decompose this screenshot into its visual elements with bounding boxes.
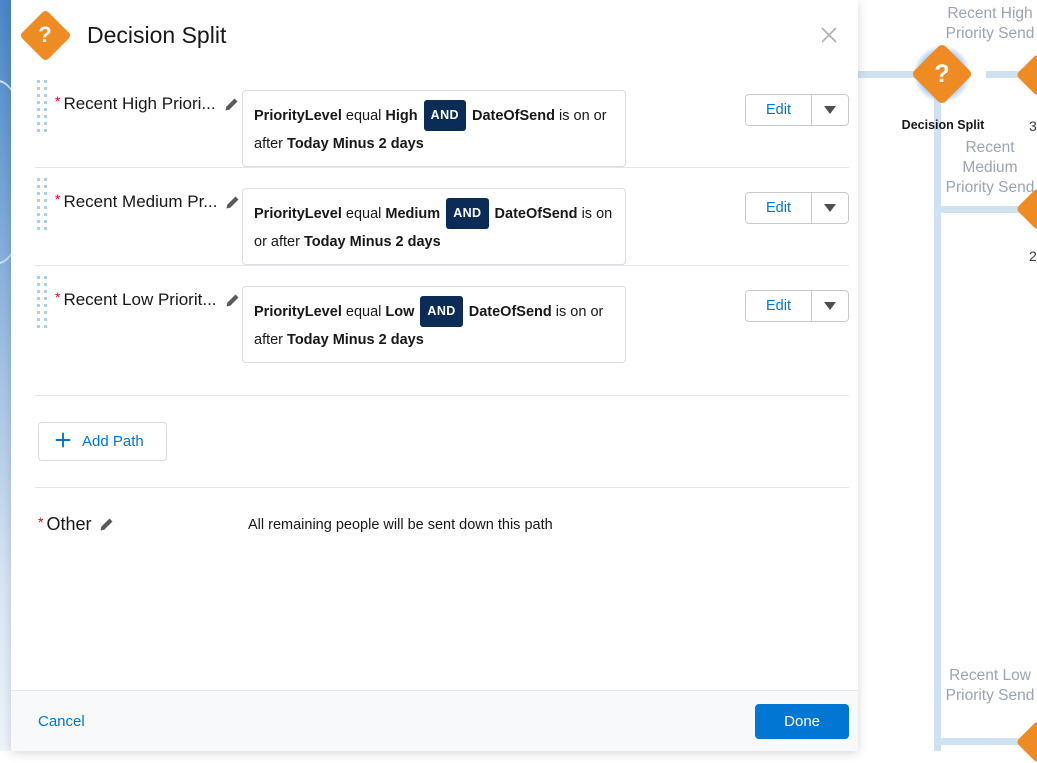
chevron-down-icon[interactable] (812, 192, 849, 224)
other-description: All remaining people will be sent down t… (248, 516, 553, 533)
required-indicator: * (55, 289, 61, 305)
path-name: Recent Medium Pr... (63, 192, 218, 211)
criteria-value-2: Today Minus 2 days (303, 234, 441, 250)
flow-branch-label-3: Recent Low Priority Send (945, 667, 1035, 704)
and-connector-chip: AND (423, 100, 466, 131)
path-name: Recent High Priori... (63, 94, 216, 113)
cancel-button[interactable]: Cancel (38, 707, 85, 736)
plus-icon (55, 432, 71, 451)
flow-branch-count-2: 2 (1029, 248, 1037, 264)
edit-button-group: Edit (745, 290, 849, 322)
path-row: * Recent Low Priorit... PriorityLevel eq… (11, 266, 858, 363)
flow-branch-label-2: Recent Medium Priority Send (945, 139, 1035, 196)
path-name-cell: * Recent Medium Pr... (35, 180, 242, 212)
path-actions: Edit (745, 82, 858, 126)
edit-button[interactable]: Edit (745, 290, 812, 322)
path-row: * Recent High Priori... PriorityLevel eq… (11, 70, 858, 167)
criteria-cell: PriorityLevel equal Low AND DateOfSend i… (242, 278, 626, 363)
path-actions: Edit (745, 278, 858, 322)
criteria-operator-1: equal (345, 206, 382, 222)
chevron-down-icon[interactable] (812, 290, 849, 322)
drag-handle[interactable] (37, 80, 47, 138)
done-button[interactable]: Done (755, 703, 849, 739)
criteria-cell: PriorityLevel equal Medium AND DateOfSen… (242, 180, 626, 265)
required-indicator: * (55, 191, 61, 207)
flow-diagram-panel: ? Decision Split Recent High Priority Se… (858, 0, 1037, 751)
criteria-value-1: Low (385, 304, 415, 320)
criteria-field-1: PriorityLevel (254, 108, 342, 124)
edit-pencil-icon[interactable] (224, 97, 239, 112)
criteria-value-2: Today Minus 2 days (287, 136, 424, 152)
question-mark-icon: ? (38, 22, 52, 47)
path-row: * Recent Medium Pr... PriorityLevel equa… (11, 168, 858, 265)
modal-header: ? Decision Split (11, 0, 858, 70)
decision-split-modal: ? Decision Split * Recent High Priori... (11, 0, 858, 751)
and-connector-chip: AND (446, 198, 489, 229)
edit-button-group: Edit (745, 94, 849, 126)
edit-pencil-icon[interactable] (225, 195, 240, 210)
criteria-field-2: DateOfSend (468, 304, 552, 320)
path-name-cell: * Recent Low Priorit... (35, 278, 242, 310)
other-label-cell: * Other (38, 514, 248, 535)
flow-decision-split-node[interactable]: ? (889, 21, 995, 127)
question-mark-icon: ? (934, 59, 950, 88)
path-name: Recent Low Priorit... (63, 290, 217, 309)
edit-button[interactable]: Edit (745, 192, 812, 224)
edit-button[interactable]: Edit (745, 94, 812, 126)
criteria-field-1: PriorityLevel (254, 206, 342, 222)
criteria-summary: PriorityLevel equal Low AND DateOfSend i… (242, 286, 626, 363)
page-title: Decision Split (87, 21, 227, 48)
other-label: Other (46, 514, 92, 534)
add-path-section: Add Path (11, 396, 858, 487)
criteria-field-2: DateOfSend (494, 206, 578, 222)
flow-node-label: Decision Split (901, 118, 985, 132)
criteria-summary: PriorityLevel equal Medium AND DateOfSen… (242, 188, 626, 265)
add-path-label: Add Path (82, 433, 144, 450)
criteria-field-1: PriorityLevel (254, 304, 342, 320)
drag-handle[interactable] (37, 276, 47, 334)
edit-pencil-icon[interactable] (225, 293, 240, 308)
criteria-value-2: Today Minus 2 days (287, 332, 424, 348)
criteria-cell: PriorityLevel equal High AND DateOfSend … (242, 82, 626, 167)
flow-connector-trunk (934, 92, 941, 751)
criteria-operator-1: equal (345, 304, 382, 320)
other-path-row: * Other All remaining people will be sen… (11, 488, 858, 561)
decision-split-icon: ? (19, 9, 72, 62)
close-icon[interactable] (812, 18, 846, 52)
modal-footer: Cancel Done (11, 690, 858, 751)
add-path-button[interactable]: Add Path (38, 422, 167, 461)
criteria-field-2: DateOfSend (471, 108, 555, 124)
criteria-value-1: High (385, 108, 418, 124)
modal-body: * Recent High Priori... PriorityLevel eq… (11, 70, 858, 690)
flow-branch-count-1: 3 (1029, 118, 1037, 134)
required-indicator: * (55, 93, 61, 109)
path-name-cell: * Recent High Priori... (35, 82, 242, 114)
criteria-operator-1: equal (345, 108, 382, 124)
edit-pencil-icon[interactable] (99, 517, 114, 532)
edit-button-group: Edit (745, 192, 849, 224)
required-indicator: * (38, 513, 44, 530)
chevron-down-icon[interactable] (812, 94, 849, 126)
path-actions: Edit (745, 180, 858, 224)
criteria-summary: PriorityLevel equal High AND DateOfSend … (242, 90, 626, 167)
flow-branch-label-1: Recent High Priority Send (945, 5, 1035, 42)
drag-handle[interactable] (37, 178, 47, 236)
criteria-value-1: Medium (385, 206, 441, 222)
and-connector-chip: AND (420, 296, 463, 327)
